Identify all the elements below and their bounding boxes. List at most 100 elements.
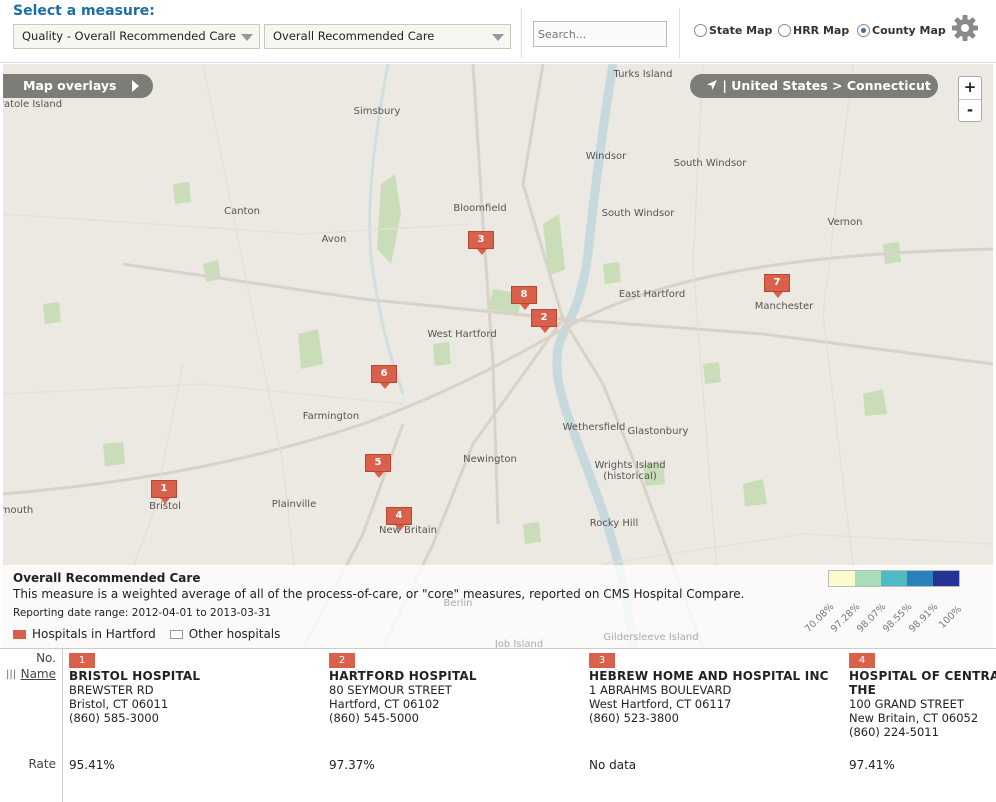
hospital-column[interactable]: 2 HARTFORD HOSPITAL 80 SEYMOUR STREET Ha… [329, 652, 584, 800]
place-label: Turks Island [613, 69, 673, 80]
place-label: Rocky Hill [589, 518, 639, 529]
radio-label: State Map [709, 24, 773, 37]
toolbar: Select a measure: Quality - Overall Reco… [0, 0, 996, 63]
hospital-marker-8[interactable]: 8 [511, 286, 537, 310]
place-label: West Hartford [427, 329, 497, 340]
search-input[interactable] [533, 21, 667, 47]
hospital-phone: (860) 585-3000 [69, 711, 159, 725]
place-label: Newington [463, 454, 517, 465]
scale-swatch [829, 571, 855, 586]
other-hospital-icon [169, 629, 183, 639]
place-label: Manchester [754, 301, 814, 312]
place-label: (historical) [603, 471, 657, 482]
map-background [3, 64, 993, 648]
radio-label: County Map [872, 24, 946, 37]
hospital-street: BREWSTER RD [69, 683, 154, 697]
gear-icon[interactable] [950, 13, 980, 43]
place-label: Job Island [494, 639, 544, 648]
hospital-number: 2 [329, 653, 355, 668]
place-label: Wrights Island [594, 460, 666, 471]
hospital-name[interactable]: HEBREW HOME AND HOSPITAL INC [589, 669, 844, 683]
sort-icon[interactable]: ||| [6, 669, 16, 680]
hospital-rate: No data [589, 758, 637, 772]
map-overlays-button[interactable]: Map overlays [3, 74, 153, 98]
hospital-phone: (860) 523-3800 [589, 711, 679, 725]
hospital-name[interactable]: BRISTOL HOSPITAL [69, 669, 324, 683]
scale-swatch [907, 571, 933, 586]
map-view[interactable]: Turks Island ratole Island Simsbury Wind… [3, 64, 993, 648]
hospital-city: Hartford, CT 06102 [329, 697, 440, 711]
hospitals-in-label: Hospitals in Hartford [32, 627, 156, 641]
place-label: Wethersfield [562, 422, 626, 433]
radio-label: HRR Map [793, 24, 850, 37]
zoom-control: + - [958, 76, 982, 122]
scale-swatch [855, 571, 881, 586]
radio-button[interactable] [778, 24, 791, 37]
scale-swatch [881, 571, 907, 586]
hospital-city: Bristol, CT 06011 [69, 697, 169, 711]
hospital-marker-4[interactable]: 4 [386, 507, 412, 531]
location-arrow-icon [707, 80, 717, 90]
hospital-marker-3[interactable]: 3 [468, 231, 494, 255]
legend-title: Overall Recommended Care [13, 571, 201, 585]
place-label: Vernon [827, 217, 863, 228]
zoom-in-button[interactable]: + [959, 77, 981, 99]
column-header-no: No. [36, 651, 56, 665]
hospital-number: 3 [589, 653, 615, 668]
breadcrumb[interactable]: | United States > Connecticut [690, 74, 938, 98]
place-label: Glastonbury [627, 426, 689, 437]
hrr-map-radio[interactable]: HRR Map [778, 24, 849, 37]
hospital-table: No. ||| Name Rate 1 BRISTOL HOSPITAL BRE… [0, 648, 996, 802]
place-label: Avon [321, 234, 347, 245]
place-label: Canton [224, 206, 260, 217]
breadcrumb-text: | United States > Connecticut [722, 78, 931, 93]
hospital-street: 100 GRAND STREET [849, 697, 964, 711]
place-label: Bloomfield [453, 203, 507, 214]
other-hospitals-label: Other hospitals [188, 627, 281, 641]
place-label: Plainville [271, 499, 317, 510]
table-header: No. ||| Name Rate [0, 649, 63, 802]
measure-category-dropdown[interactable]: Quality - Overall Recommended Care [13, 24, 260, 49]
hospital-marker-7[interactable]: 7 [764, 274, 790, 298]
hospital-rate: 97.41% [849, 758, 895, 772]
select-measure-title: Select a measure: [13, 3, 155, 19]
map-overlays-label: Map overlays [23, 78, 117, 93]
county-map-radio[interactable]: County Map [857, 24, 946, 37]
hospital-column[interactable]: 1 BRISTOL HOSPITAL BREWSTER RD Bristol, … [69, 652, 324, 800]
place-label: South Windsor [601, 208, 675, 219]
hospital-legend: Hospitals in Hartford Other hospitals [13, 627, 280, 641]
hospital-marker-2[interactable]: 2 [531, 309, 557, 333]
radio-button[interactable] [857, 24, 870, 37]
hospital-name[interactable]: HARTFORD HOSPITAL [329, 669, 584, 683]
hospital-marker-6[interactable]: 6 [371, 365, 397, 389]
hospital-name-continued[interactable]: THE [849, 683, 996, 697]
measure-category-value: Quality - Overall Recommended Care [22, 29, 236, 43]
legend-description: This measure is a weighted average of al… [13, 587, 745, 601]
hospital-phone: (860) 224-5011 [849, 725, 939, 739]
place-label: New Britain [379, 525, 437, 536]
place-label: mouth [3, 505, 34, 516]
radio-button[interactable] [694, 24, 707, 37]
place-label: Simsbury [353, 106, 401, 117]
hospital-column[interactable]: 3 HEBREW HOME AND HOSPITAL INC 1 ABRAHMS… [589, 652, 844, 800]
hospital-number: 4 [849, 653, 875, 668]
hospital-marker-icon [13, 629, 26, 639]
divider [679, 8, 680, 58]
chevron-right-icon [132, 80, 139, 92]
reporting-date-range: Reporting date range: 2012-04-01 to 2013… [13, 607, 272, 619]
zoom-out-button[interactable]: - [959, 99, 981, 121]
hospital-marker-5[interactable]: 5 [365, 454, 391, 478]
measure-value: Overall Recommended Care [273, 29, 435, 43]
hospital-column[interactable]: 4 HOSPITAL OF CENTRAL THE 100 GRAND STRE… [849, 652, 996, 800]
place-label: ratole Island [3, 99, 63, 110]
hospital-number: 1 [69, 653, 95, 668]
hospital-street: 80 SEYMOUR STREET [329, 683, 452, 697]
place-label: Windsor [585, 151, 627, 162]
hospital-marker-1[interactable]: 1 [151, 480, 177, 504]
measure-dropdown[interactable]: Overall Recommended Care [264, 24, 511, 49]
hospital-name[interactable]: HOSPITAL OF CENTRAL [849, 669, 996, 683]
column-header-name[interactable]: Name [21, 667, 56, 681]
hospital-street: 1 ABRAHMS BOULEVARD [589, 683, 732, 697]
state-map-radio[interactable]: State Map [694, 24, 772, 37]
color-scale [828, 570, 960, 587]
